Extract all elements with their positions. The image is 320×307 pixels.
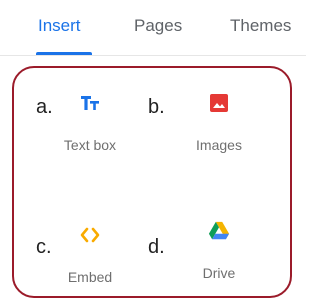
tab-bar: Insert Pages Themes [0,0,306,60]
drive-label: Drive [202,265,236,281]
tab-insert[interactable]: Insert [38,16,81,36]
text-box-label: Text box [63,137,117,153]
annotation-letter-b: b. [148,96,165,118]
annotation-letter-c: c. [36,236,52,258]
insert-drive-button[interactable]: Drive [169,220,269,306]
tab-divider [0,55,306,56]
drive-icon [208,220,230,242]
tab-themes[interactable]: Themes [230,16,291,36]
text-box-icon [79,92,101,114]
insert-panel: Insert Pages Themes Text box Images Embe… [0,0,306,307]
annotation-letter-a: a. [36,96,53,118]
images-label: Images [196,137,242,153]
annotation-letter-d: d. [148,236,165,258]
insert-images-button[interactable]: Images [169,92,269,178]
embed-icon [79,224,101,246]
insert-embed-button[interactable]: Embed [40,224,140,307]
embed-label: Embed [67,269,113,285]
image-icon [208,92,230,114]
tab-pages[interactable]: Pages [134,16,182,36]
insert-text-box-button[interactable]: Text box [40,92,140,178]
